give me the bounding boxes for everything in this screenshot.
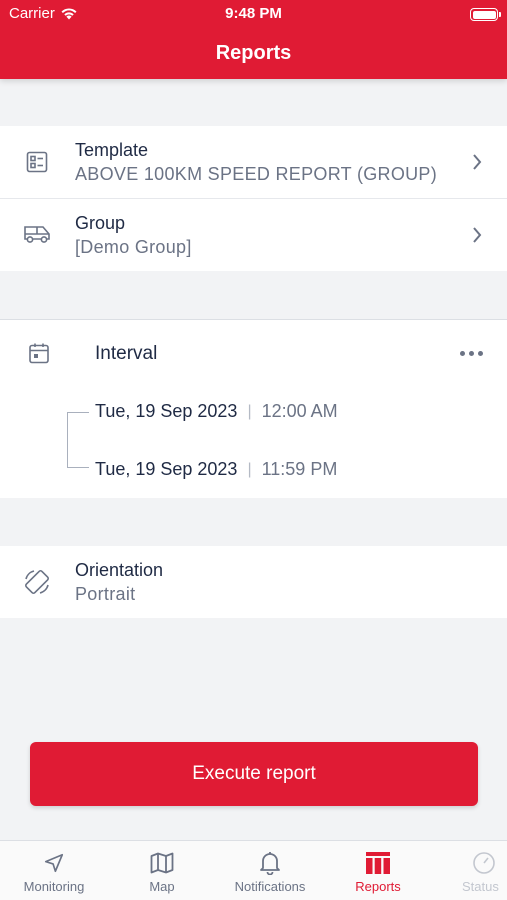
execute-report-button[interactable]: Execute report — [30, 742, 478, 806]
van-icon — [22, 219, 52, 249]
separator: | — [247, 402, 252, 420]
orientation-card: Orientation Portrait — [0, 546, 507, 618]
interval-end[interactable]: Tue, 19 Sep 2023 | 11:59 PM — [95, 459, 337, 480]
rotate-device-icon — [22, 567, 52, 597]
interval-label: Interval — [95, 343, 158, 364]
orientation-value: Portrait — [75, 584, 136, 604]
navigation-arrow-icon — [41, 850, 67, 876]
group-value: [Demo Group] — [75, 237, 192, 257]
chevron-right-icon — [473, 154, 482, 170]
end-date: Tue, 19 Sep 2023 — [95, 459, 238, 479]
template-icon — [22, 147, 52, 177]
tab-label: Reports — [355, 879, 401, 894]
orientation-row[interactable]: Orientation Portrait — [0, 546, 507, 618]
status-time: 9:48 PM — [225, 5, 282, 22]
group-label: Group — [75, 213, 126, 233]
interval-header[interactable] — [0, 320, 507, 380]
tab-label: Status — [462, 879, 499, 894]
battery-icon — [470, 8, 501, 21]
table-icon — [365, 850, 391, 876]
tab-label: Map — [149, 879, 175, 894]
template-label: Template — [75, 140, 149, 160]
app-header: Carrier 9:48 PM Reports — [0, 0, 507, 79]
tab-reports[interactable]: Reports — [343, 841, 413, 900]
group-row[interactable]: Group [Demo Group] — [0, 199, 507, 271]
status-bar: Carrier 9:48 PM — [0, 5, 507, 25]
gauge-icon — [471, 850, 497, 876]
template-value: ABOVE 100KM SPEED REPORT (GROUP) — [75, 164, 438, 184]
tab-status[interactable]: Status — [462, 841, 507, 900]
template-row[interactable]: Template ABOVE 100KM SPEED REPORT (GROUP… — [0, 126, 507, 198]
end-time: 11:59 PM — [261, 459, 338, 479]
bell-icon — [257, 850, 283, 876]
interval-bracket — [67, 412, 89, 468]
map-icon — [149, 850, 175, 876]
more-options-icon[interactable] — [460, 351, 483, 356]
page-title: Reports — [215, 42, 292, 64]
tab-monitoring[interactable]: Monitoring — [14, 841, 94, 900]
tab-notifications[interactable]: Notifications — [225, 841, 315, 900]
chevron-right-icon — [473, 227, 482, 243]
separator: | — [247, 460, 252, 478]
start-time: 12:00 AM — [261, 401, 338, 421]
orientation-label: Orientation — [75, 560, 164, 580]
calendar-icon — [24, 338, 54, 368]
start-date: Tue, 19 Sep 2023 — [95, 401, 238, 421]
tab-label: Notifications — [234, 879, 306, 894]
tab-bar: Monitoring Map Notifications Reports Sta… — [0, 840, 507, 900]
report-settings-card: Template ABOVE 100KM SPEED REPORT (GROUP… — [0, 126, 507, 271]
tab-label: Monitoring — [23, 879, 85, 894]
tab-map[interactable]: Map — [132, 841, 192, 900]
interval-start[interactable]: Tue, 19 Sep 2023 | 12:00 AM — [95, 401, 338, 422]
